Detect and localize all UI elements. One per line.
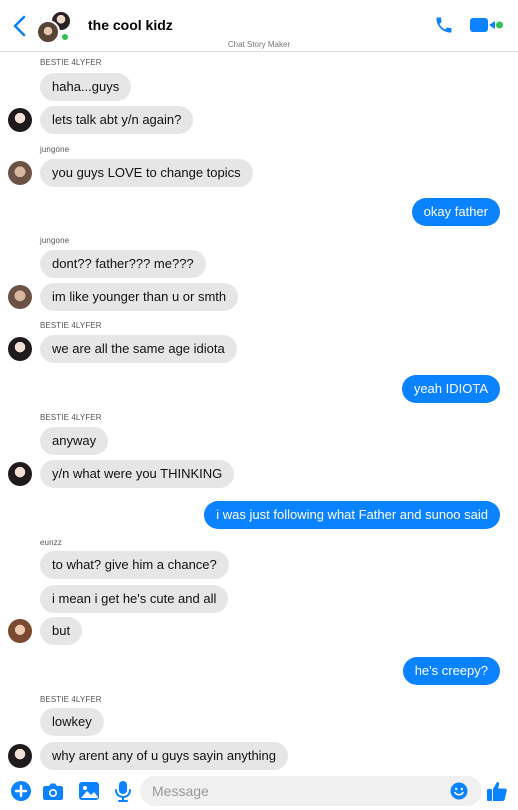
sender-name: BESTIE 4LYFER [40, 321, 102, 330]
incoming-message[interactable]: anyway [40, 427, 109, 455]
incoming-message[interactable]: to what? give him a chance? [40, 551, 229, 579]
message-input[interactable] [140, 776, 482, 806]
sender-name: jungone [40, 236, 70, 245]
plus-circle-icon[interactable] [10, 780, 32, 802]
phone-icon[interactable] [434, 15, 454, 35]
incoming-message[interactable]: you guys LOVE to change topics [40, 159, 253, 187]
sender-avatar[interactable] [8, 619, 32, 643]
sender-name: BESTIE 4LYFER [40, 695, 102, 704]
incoming-message[interactable]: why arent any of u guys sayin anything [40, 742, 289, 770]
outgoing-message[interactable]: he's creepy? [402, 657, 500, 685]
outgoing-message[interactable]: yeah IDIOTA [401, 375, 500, 403]
sender-avatar[interactable] [8, 462, 32, 486]
sender-name: BESTIE 4LYFER [40, 58, 102, 67]
sender-avatar[interactable] [8, 744, 32, 768]
incoming-message[interactable]: i mean i get he's cute and all [40, 585, 229, 613]
image-icon[interactable] [78, 780, 100, 802]
sender-avatar[interactable] [8, 161, 32, 185]
outgoing-message[interactable]: i was just following what Father and sun… [204, 501, 500, 529]
incoming-message[interactable]: y/n what were you THINKING [40, 460, 235, 488]
incoming-message[interactable]: lets talk abt y/n again? [40, 106, 194, 134]
video-camera-icon[interactable] [470, 16, 504, 34]
sender-name: eunzz [40, 538, 62, 547]
outgoing-message[interactable]: okay father [411, 198, 500, 226]
incoming-message[interactable]: dont?? father??? me??? [40, 250, 206, 278]
incoming-message[interactable]: we are all the same age idiota [40, 335, 237, 363]
chat-header: the cool kidz Chat Story Maker [0, 0, 518, 52]
camera-icon[interactable] [42, 780, 64, 802]
chat-title[interactable]: the cool kidz [88, 17, 173, 33]
incoming-message[interactable]: but [40, 617, 83, 645]
sender-name: BESTIE 4LYFER [40, 413, 102, 422]
thumbs-up-icon[interactable] [486, 780, 508, 802]
message-list[interactable]: BESTIE 4LYFER haha...guys lets talk abt … [0, 52, 518, 772]
incoming-message[interactable]: haha...guys [40, 73, 132, 101]
sender-avatar[interactable] [8, 337, 32, 361]
incoming-message[interactable]: im like younger than u or smth [40, 283, 239, 311]
composer-bar [0, 772, 518, 810]
sender-avatar[interactable] [8, 108, 32, 132]
back-chevron-icon[interactable] [10, 14, 30, 38]
microphone-icon[interactable] [112, 780, 134, 802]
sender-name: jungone [40, 145, 70, 154]
sender-avatar[interactable] [8, 285, 32, 309]
watermark-label: Chat Story Maker [227, 40, 291, 49]
incoming-message[interactable]: lowkey [40, 708, 104, 736]
smiley-icon[interactable] [450, 782, 468, 800]
